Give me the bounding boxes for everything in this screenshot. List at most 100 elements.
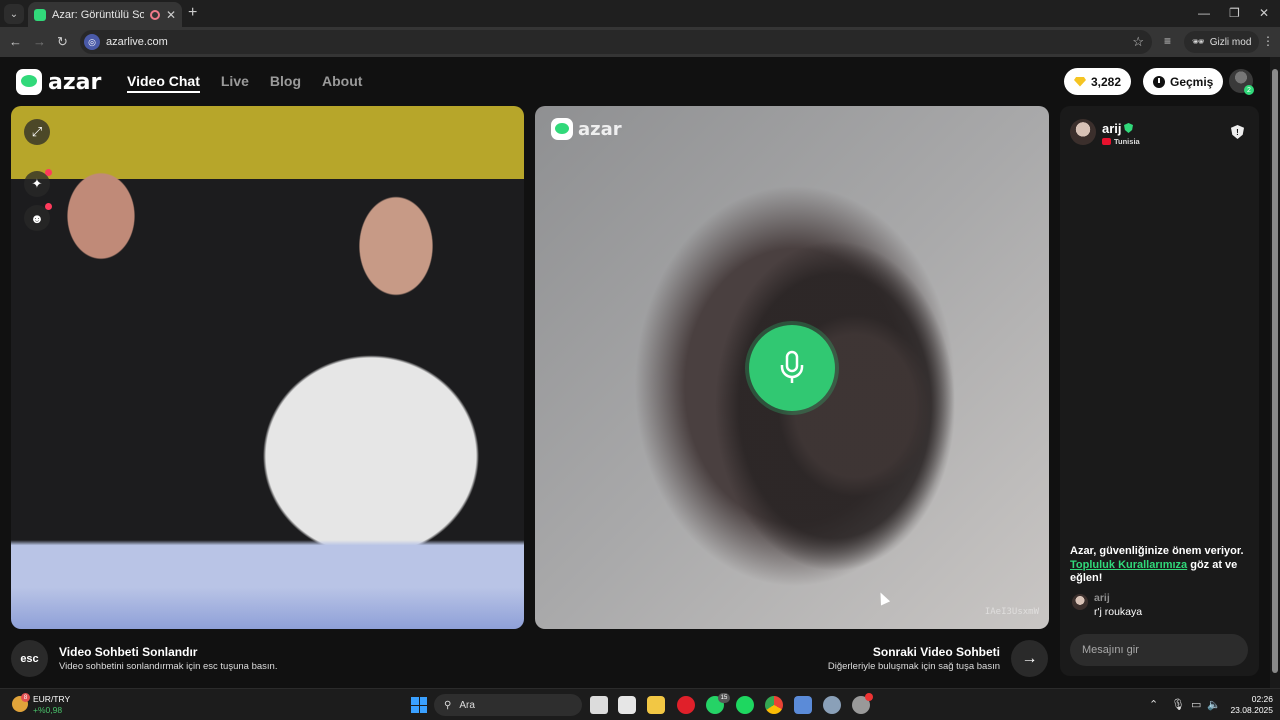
message-avatar xyxy=(1072,594,1088,610)
windows-start-icon[interactable] xyxy=(411,697,427,713)
chat-panel: arij Tunisia ! Azar, güvenliğinize önem … xyxy=(1060,106,1259,676)
browser-tab-azar[interactable]: Azar: Görüntülü Sohbet, Ar ✕ xyxy=(28,2,182,27)
message-sender: arij xyxy=(1094,592,1110,604)
incognito-icon: 🕶 xyxy=(1192,36,1205,48)
effects-sparkle-icon[interactable]: ✦ xyxy=(24,169,52,197)
profile-badge: 2 xyxy=(1244,85,1254,95)
tunisia-flag-icon xyxy=(1102,138,1111,145)
expand-icon[interactable]: ⤢ xyxy=(24,119,50,145)
reload-icon[interactable]: ↻ xyxy=(57,34,68,50)
window-close-icon[interactable]: ✕ xyxy=(1259,6,1269,20)
history-button[interactable]: Geçmiş xyxy=(1143,68,1224,95)
recording-indicator-icon xyxy=(149,9,160,20)
back-icon[interactable]: ← xyxy=(9,34,22,49)
nav-video-chat[interactable]: Video Chat xyxy=(127,73,200,93)
main-nav: Video Chat Live Blog About xyxy=(127,73,362,93)
search-placeholder: Ara xyxy=(459,699,475,711)
partner-name[interactable]: arij xyxy=(1102,121,1122,136)
gems-button[interactable]: 3,282 xyxy=(1064,68,1132,95)
safety-notice: Azar, güvenliğinize önem veriyor. Toplul… xyxy=(1070,545,1252,586)
address-bar[interactable]: ◎ azarlive.com ☆ xyxy=(80,30,1152,54)
remote-user-id: IAeI3UsxmW xyxy=(984,607,1039,617)
bookmark-star-icon[interactable]: ☆ xyxy=(1132,34,1144,50)
clock-time[interactable]: 02:26 xyxy=(1229,694,1273,704)
azar-logo[interactable]: azar xyxy=(16,69,101,95)
sticker-face-icon[interactable]: ☻ xyxy=(24,203,52,231)
minimize-icon[interactable]: — xyxy=(1198,6,1210,20)
azar-logo-icon xyxy=(551,118,573,140)
verified-shield-icon xyxy=(1124,123,1133,133)
next-chat-description: Diğerleriyle buluşmak için sağ tuşa bası… xyxy=(827,661,1000,672)
new-tab-button[interactable]: + xyxy=(188,5,197,21)
whatsapp-badge: 15 xyxy=(718,693,730,703)
report-shield-icon[interactable]: ! xyxy=(1231,125,1244,139)
opera-icon[interactable] xyxy=(677,696,695,714)
restore-icon[interactable]: ❐ xyxy=(1229,6,1240,20)
end-chat-button[interactable]: esc xyxy=(11,640,48,677)
tab-title: Azar: Görüntülü Sohbet, Ar xyxy=(52,8,144,21)
notification-dot xyxy=(45,169,52,176)
task-view-icon[interactable] xyxy=(590,696,608,714)
browser-toolbar: ← → ↻ ◎ azarlive.com ☆ ≡ 🕶 Gizli mod ⋮ xyxy=(0,27,1280,57)
volume-icon[interactable]: 🔈 xyxy=(1207,698,1221,711)
widget-badge: 8 xyxy=(21,693,30,702)
mic-button[interactable] xyxy=(749,325,835,411)
tab-search-button[interactable]: ⌄ xyxy=(4,4,24,24)
app-icon[interactable] xyxy=(794,696,812,714)
site-header: azar Video Chat Live Blog About 3,282 Ge… xyxy=(0,57,1270,105)
remote-video: azar IAeI3UsxmW xyxy=(535,106,1049,629)
close-tab-icon[interactable]: ✕ xyxy=(166,8,176,22)
windows-taskbar: 8 EUR/TRY +%0,98 ⚲ Ara 15 ⌃ 🎙 ▭ 🔈 02:26 … xyxy=(0,688,1280,720)
next-chat-title: Sonraki Video Sohbeti xyxy=(872,645,1000,659)
end-chat-description: Video sohbetini sonlandırmak için esc tu… xyxy=(59,661,278,672)
search-icon: ⚲ xyxy=(444,699,452,711)
mic-icon xyxy=(780,350,804,383)
logo-text: azar xyxy=(48,69,102,95)
partner-avatar[interactable] xyxy=(1070,119,1096,145)
site-info-icon[interactable]: ◎ xyxy=(84,34,100,50)
mic-indicator[interactable] xyxy=(745,321,839,415)
message-text: r'j roukaya xyxy=(1094,606,1143,618)
page-scrollbar[interactable] xyxy=(1270,57,1280,688)
clock-date[interactable]: 23.08.2025 xyxy=(1229,705,1273,715)
display-tray-icon[interactable]: ▭ xyxy=(1191,698,1201,711)
safety-prefix: Azar, güvenliğinize önem veriyor. xyxy=(1070,545,1244,557)
browser-tab-bar: ⌄ Azar: Görüntülü Sohbet, Ar ✕ + — ❐ ✕ xyxy=(0,0,1280,27)
clock-icon xyxy=(1153,75,1165,88)
gem-icon xyxy=(1074,76,1086,87)
stock-name[interactable]: EUR/TRY xyxy=(33,694,70,704)
store-icon[interactable] xyxy=(618,696,636,714)
incognito-indicator[interactable]: 🕶 Gizli mod xyxy=(1184,31,1260,53)
azar-logo-icon xyxy=(16,69,42,95)
nav-live[interactable]: Live xyxy=(221,73,249,93)
stock-change: +%0,98 xyxy=(33,705,63,715)
media-controls-icon[interactable]: ≡ xyxy=(1164,34,1171,48)
chrome-icon[interactable] xyxy=(765,696,783,714)
history-label: Geçmiş xyxy=(1170,74,1214,89)
microphone-tray-icon[interactable]: 🎙 xyxy=(1171,698,1185,711)
file-explorer-icon[interactable] xyxy=(647,696,665,714)
next-chat-button[interactable]: → xyxy=(1011,640,1048,677)
browser-menu-icon[interactable]: ⋮ xyxy=(1262,34,1274,48)
end-chat-title: Video Sohbeti Sonlandır xyxy=(59,645,198,659)
incognito-label: Gizli mod xyxy=(1209,36,1252,48)
self-video: ⤢ ✦ ☻ xyxy=(11,106,524,629)
community-guidelines-link[interactable]: Topluluk Kurallarımıza xyxy=(1070,559,1187,571)
taskbar-search[interactable]: ⚲ Ara xyxy=(434,694,582,716)
nav-blog[interactable]: Blog xyxy=(270,73,301,93)
tray-chevron-icon[interactable]: ⌃ xyxy=(1149,698,1158,711)
chat-message-input[interactable] xyxy=(1070,634,1248,666)
notification-dot xyxy=(45,203,52,210)
settings-gear-icon[interactable] xyxy=(823,696,841,714)
url-text: azarlive.com xyxy=(106,36,168,48)
azar-favicon-icon xyxy=(34,8,46,21)
azar-page: azar Video Chat Live Blog About 3,282 Ge… xyxy=(0,57,1280,688)
arrow-right-icon: → xyxy=(1021,649,1038,667)
gem-count: 3,282 xyxy=(1091,74,1122,89)
partner-country: Tunisia xyxy=(1114,137,1140,146)
forward-icon[interactable]: → xyxy=(33,34,46,49)
nav-about[interactable]: About xyxy=(322,73,362,93)
watermark-text: azar xyxy=(578,118,622,140)
spotify-icon[interactable] xyxy=(736,696,754,714)
scrollbar-thumb[interactable] xyxy=(1272,69,1278,673)
